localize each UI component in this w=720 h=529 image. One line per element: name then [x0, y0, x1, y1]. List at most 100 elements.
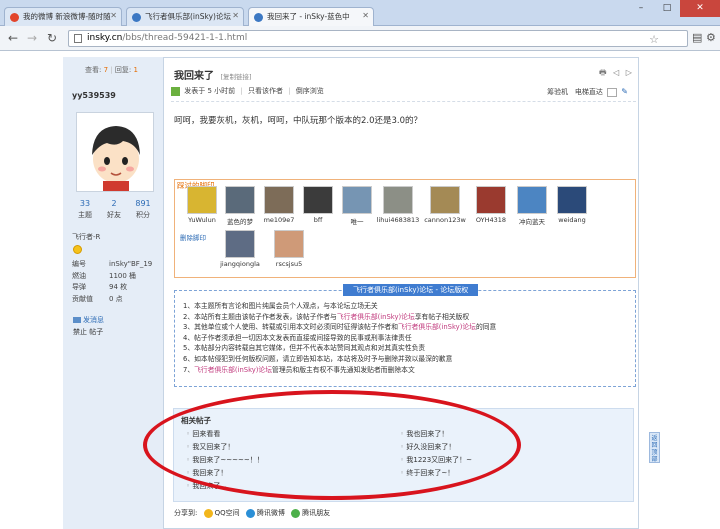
back-icon[interactable]: ← — [8, 31, 18, 45]
print-nav-icons[interactable]: 🖶 ◁ ▷ — [599, 67, 634, 81]
browser-tab-bar: 我的微博 新浪微博-随时随 ✕ 飞行者俱乐部(inSky)论坛 ✕ 我回来了 -… — [0, 0, 720, 27]
copy-link-button[interactable]: [复制链接] — [220, 73, 251, 81]
window-controls: – □ ✕ — [628, 0, 720, 18]
post-meta-bar: 发表于 5 小时前 | 只看该作者 | 倒序浏览 筹验机 电梯直达 ✎ — [171, 86, 636, 102]
footprint-user[interactable]: cannon123w — [422, 186, 468, 224]
wrench-icon[interactable]: ✎ — [621, 87, 628, 96]
floor-input[interactable] — [607, 87, 618, 97]
tab-title: 我的微博 新浪微博-随时随 — [23, 12, 111, 21]
read-mode-link[interactable]: 筹验机 — [547, 88, 568, 96]
browser-tab-thread[interactable]: 我回来了 - inSky-蓝色中 ✕ — [248, 7, 374, 27]
user-thumb — [225, 230, 255, 258]
author-counts: 33 主题 2 好友 891 积分 — [71, 199, 157, 220]
points-count[interactable]: 891 积分 — [129, 199, 157, 220]
user-name: jiangqiongla — [220, 260, 260, 268]
bookmark-star-icon[interactable]: ☆ — [649, 32, 659, 47]
related-link[interactable]: 我也回来了！ — [400, 430, 448, 438]
post-body: 呵呵，我要灰机，灰机，呵呵，中队玩那个版本的2.0还是3.0的？ — [174, 116, 423, 126]
count-value: 2 — [111, 199, 117, 208]
reload-icon[interactable]: ↻ — [47, 31, 57, 45]
notice-item: 7、飞行者俱乐部(inSky)论坛管理员和版主有权不事先通知发贴者而删除本文 — [183, 365, 415, 374]
delete-footprint-link[interactable]: 删除脚印 — [180, 232, 206, 242]
related-link[interactable]: 我回来了！ — [186, 469, 227, 477]
profile-value: inSky"BF_19 — [109, 260, 153, 268]
ban-post-link[interactable]: 禁止 帖子 — [73, 326, 104, 338]
close-tab-icon[interactable]: ✕ — [362, 11, 369, 20]
profile-value: 94 枚 — [109, 283, 128, 291]
related-link[interactable]: 我1223又回来了！~ — [400, 456, 472, 464]
footprint-user[interactable]: 唯一 — [334, 186, 380, 226]
footprint-user[interactable]: jiangqiongla — [217, 230, 263, 268]
forum-name-highlight[interactable]: 飞行者俱乐部(inSky)论坛 — [337, 313, 415, 321]
forum-name-highlight[interactable]: 飞行者俱乐部(inSky)论坛 — [398, 323, 476, 331]
related-title: 相关帖子 — [181, 416, 211, 425]
browser-tab-insky-forum[interactable]: 飞行者俱乐部(inSky)论坛 ✕ — [126, 7, 244, 26]
notice-item: 5、本帖部分内容转载自其它媒体，但并不代表本站赞同其观点和对其真实性负责 — [183, 344, 426, 353]
online-status-icon — [171, 86, 180, 96]
minimize-button[interactable]: – — [628, 0, 654, 17]
related-link[interactable]: 我回来了~~~~~！！ — [186, 456, 264, 464]
notice-header[interactable]: 飞行者俱乐部(inSky)论坛 - 论坛版权 — [343, 284, 479, 296]
related-link[interactable]: 终于回来了~！ — [400, 469, 454, 477]
send-message-link[interactable]: 发消息 — [83, 316, 104, 324]
weibo-favicon-icon — [10, 13, 19, 22]
footprint-user[interactable]: OYH4318 — [468, 186, 514, 224]
topics-count[interactable]: 33 主题 — [71, 199, 99, 220]
related-list-left: 回来看看 我又回来了！ 我回来了~~~~~！！ 我回来了！ 我回来了。。 — [186, 428, 264, 493]
related-threads: 相关帖子 回来看看 我又回来了！ 我回来了~~~~~！！ 我回来了！ 我回来了。… — [173, 408, 634, 502]
related-link[interactable]: 好久没回来了！ — [400, 443, 455, 451]
url-host: insky.cn — [87, 33, 123, 43]
share-bar: 分享到: QQ空间 腾讯微博 腾讯朋友 — [174, 508, 330, 518]
browser-toolbar: ← → ↻ insky.cn/bbs/thread-59421-1-1.html… — [0, 26, 720, 51]
author-username[interactable]: yy539539 — [72, 91, 116, 100]
profile-row: 编号 inSky"BF_19 — [72, 259, 152, 271]
user-thumb — [303, 186, 333, 214]
return-top-button[interactable]: 返回顶部 — [649, 432, 660, 463]
share-pengyou-button[interactable]: 腾讯朋友 — [291, 508, 330, 518]
meta-right-tools: 筹验机 电梯直达 ✎ — [547, 87, 628, 97]
pengyou-icon — [291, 508, 301, 518]
only-author-link[interactable]: 只看该作者 — [248, 87, 283, 95]
user-name: OYH4318 — [475, 216, 507, 224]
close-tab-icon[interactable]: ✕ — [232, 11, 239, 20]
friends-count[interactable]: 2 好友 — [100, 199, 128, 220]
related-link[interactable]: 我回来了。。 — [186, 482, 231, 490]
page-menu-icon[interactable]: ▤ — [692, 31, 702, 44]
url-path: /bbs/thread-59421-1-1.html — [122, 33, 248, 43]
author-panel: 查看: 7 | 回复: 1 yy539539 33 主题 2 好友 891 积分 — [63, 57, 164, 529]
cartoon-avatar-icon — [92, 126, 140, 191]
insky-favicon-icon — [132, 13, 141, 22]
footprint-user[interactable]: rscsjsu5 — [266, 230, 312, 268]
maximize-button[interactable]: □ — [654, 0, 680, 17]
replies-count: 1 — [133, 66, 138, 74]
browser-tab-weibo[interactable]: 我的微博 新浪微博-随时随 ✕ — [4, 7, 122, 26]
close-tab-icon[interactable]: ✕ — [110, 11, 117, 20]
notice-item: 3、其他单位或个人使用、转载或引用本文时必须同时征得该帖子作者和飞行者俱乐部(i… — [183, 323, 497, 332]
user-thumb — [557, 186, 587, 214]
forward-icon[interactable]: → — [27, 31, 37, 45]
forum-name-highlight[interactable]: 飞行者俱乐部(inSky)论坛 — [194, 366, 272, 374]
reverse-order-link[interactable]: 倒序浏览 — [296, 87, 324, 95]
close-window-button[interactable]: ✕ — [680, 0, 720, 17]
footprint-user[interactable]: lihui4683813 — [375, 186, 421, 224]
address-bar[interactable]: insky.cn/bbs/thread-59421-1-1.html ☆ — [68, 30, 688, 47]
user-thumb — [476, 186, 506, 214]
user-name: lihui4683813 — [376, 216, 420, 224]
count-label: 好友 — [107, 211, 121, 219]
share-qzone-button[interactable]: QQ空间 — [203, 508, 240, 518]
notice-item: 6、如本帖侵犯到任何版权问题，请立即告知本站，本站将及时予与删除并致以最深的歉意 — [183, 354, 453, 363]
avatar[interactable] — [76, 112, 154, 192]
footprint-user[interactable]: weidang — [549, 186, 595, 224]
author-rank: 飞行者-R — [72, 233, 101, 241]
share-tencent-weibo-button[interactable]: 腾讯微博 — [245, 508, 285, 518]
tab-title: 我回来了 - inSky-蓝色中 — [267, 12, 350, 21]
wrench-icon[interactable]: ⚙ — [706, 31, 716, 44]
tab-title: 飞行者俱乐部(inSky)论坛 — [145, 12, 231, 21]
profile-value: 0 点 — [109, 294, 123, 303]
count-label: 积分 — [136, 211, 150, 219]
user-thumb — [383, 186, 413, 214]
count-value: 891 — [135, 199, 151, 208]
related-list-right: 我也回来了！ 好久没回来了！ 我1223又回来了！~ 终于回来了~！ — [400, 428, 472, 480]
related-link[interactable]: 回来看看 — [186, 430, 220, 438]
related-link[interactable]: 我又回来了！ — [186, 443, 234, 451]
